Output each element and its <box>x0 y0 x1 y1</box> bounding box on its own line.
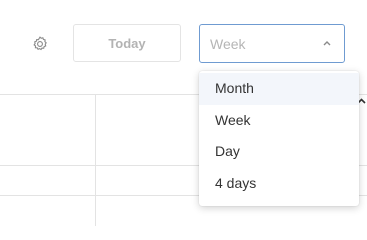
menu-item-week[interactable]: Week <box>199 105 359 137</box>
chevron-up-icon <box>323 41 331 46</box>
today-label: Today <box>108 35 146 51</box>
menu-item-4-days[interactable]: 4 days <box>199 168 359 200</box>
menu-item-label: Week <box>215 111 251 128</box>
menu-item-label: Day <box>215 143 240 159</box>
view-select-value: Week <box>210 36 246 52</box>
gear-icon <box>33 36 47 51</box>
view-select[interactable]: Week <box>199 24 345 63</box>
menu-item-label: 4 days <box>215 174 257 191</box>
menu-item-month[interactable]: Month <box>199 73 359 105</box>
menu-item-day[interactable]: Day <box>199 136 359 168</box>
grid-line <box>95 94 96 226</box>
settings-button[interactable] <box>30 34 50 54</box>
view-dropdown-menu: Month Week Day 4 days <box>199 71 359 206</box>
menu-item-label: Month <box>215 80 254 96</box>
today-button[interactable]: Today <box>73 24 181 62</box>
